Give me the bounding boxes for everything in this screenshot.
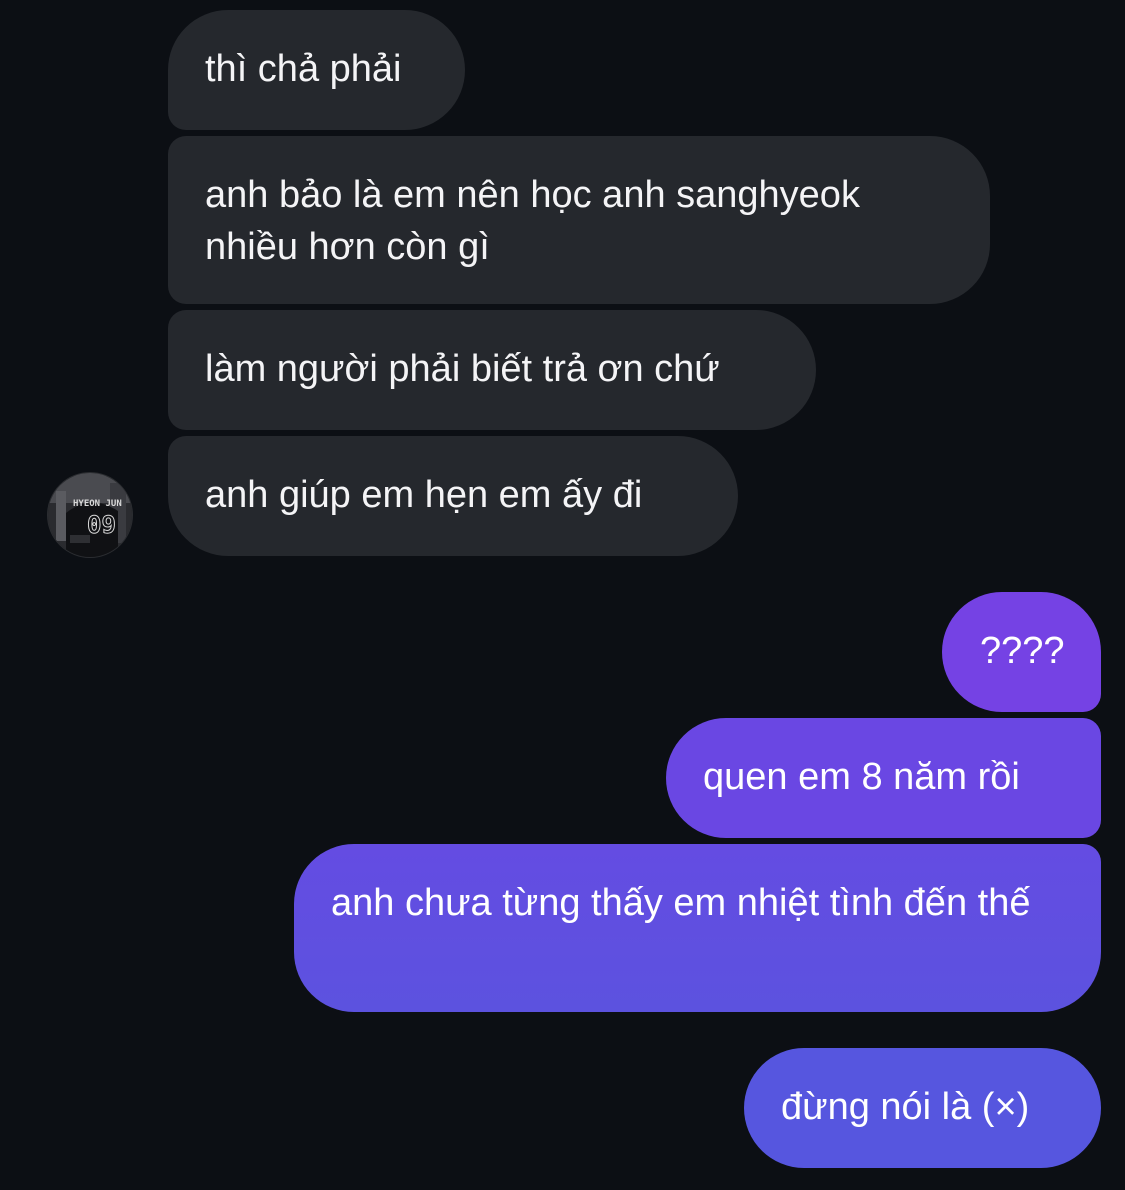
incoming-message[interactable]: thì chả phải [168,10,465,130]
message-text: anh chưa từng thấy em nhiệt tình đến thế [331,882,1031,924]
incoming-message[interactable]: anh bảo là em nên học anh sanghyeok nhiề… [168,136,990,304]
incoming-message[interactable]: anh giúp em hẹn em ấy đi [168,436,738,556]
avatar[interactable]: HYEON JUN 09 [47,472,133,558]
outgoing-message[interactable]: quen em 8 năm rồi [666,718,1101,838]
incoming-message[interactable]: làm người phải biết trả ơn chứ [168,310,816,430]
message-text: anh giúp em hẹn em ấy đi [205,474,643,516]
outgoing-message[interactable]: anh chưa từng thấy em nhiệt tình đến thế [294,844,1101,1012]
jersey-name-text: HYEON JUN [73,499,122,509]
outgoing-message[interactable]: ???? [942,592,1101,712]
message-text: đừng nói là (×) [781,1086,1030,1128]
message-text: quen em 8 năm rồi [703,756,1020,798]
message-text: làm người phải biết trả ơn chứ [205,348,720,390]
message-text: ???? [980,630,1065,672]
outgoing-message[interactable]: đừng nói là (×) [744,1048,1101,1168]
message-text: thì chả phải [205,48,402,90]
message-text: anh bảo là em nên học anh sanghyeok nhiề… [205,174,860,268]
jersey-number-text: 09 [87,511,117,540]
